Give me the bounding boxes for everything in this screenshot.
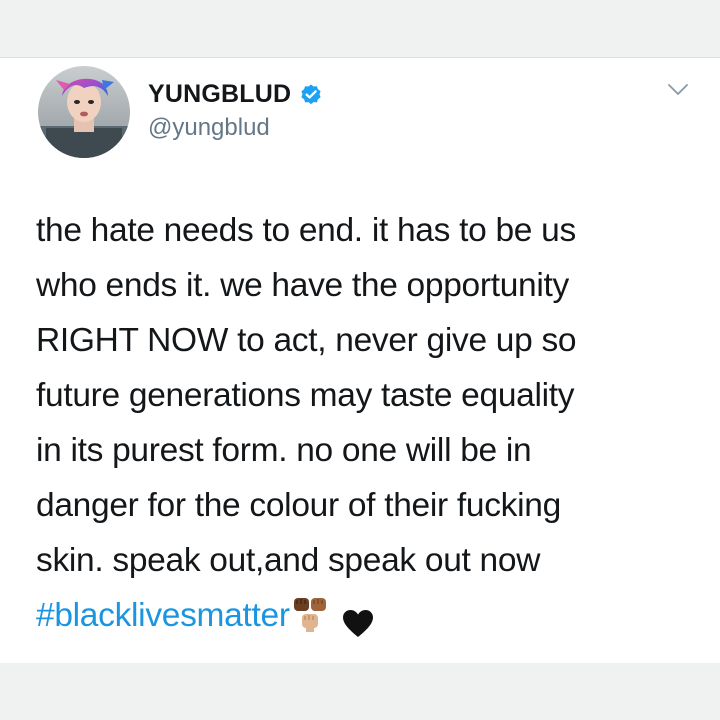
author-name-row[interactable]: YUNGBLUD — [148, 80, 323, 109]
avatar[interactable] — [38, 66, 130, 158]
hashtag-link[interactable]: #blacklivesmatter — [36, 588, 290, 643]
display-name[interactable]: YUNGBLUD — [148, 80, 291, 109]
user-handle[interactable]: @yungblud — [148, 114, 270, 142]
tweet-line: who ends it. we have the opportunity — [36, 267, 569, 304]
avatar-image — [38, 66, 130, 158]
verified-badge-icon — [299, 83, 323, 107]
black-heart-emoji — [342, 601, 374, 637]
tweet-line: danger for the colour of their fucking — [36, 487, 561, 524]
raised-fists-emoji — [292, 594, 328, 634]
tweet-line: skin. speak out,and speak out now — [36, 542, 541, 579]
tweet-line: in its purest form. no one will be in — [36, 432, 532, 469]
hashtag-row: #blacklivesmatter — [36, 588, 696, 643]
tweet-body: the hate needs to end. it has to be us w… — [36, 203, 696, 643]
bottom-strip — [0, 663, 720, 720]
tweet-line: future generations may taste equality — [36, 377, 575, 414]
tweet-line: RIGHT NOW to act, never give up so — [36, 322, 577, 359]
tweet-line: the hate needs to end. it has to be us — [36, 212, 576, 249]
chevron-down-icon[interactable] — [666, 82, 690, 98]
